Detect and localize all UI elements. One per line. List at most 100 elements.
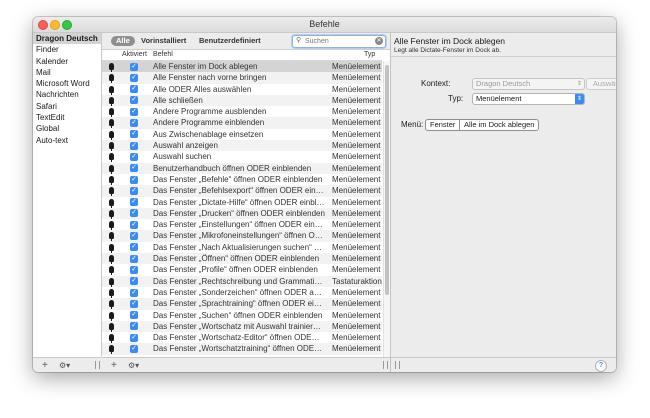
commands-panel: Alle Vorinstalliert Benutzerdefiniert ⚲ … bbox=[102, 33, 390, 372]
enabled-checkbox[interactable]: ✓ bbox=[130, 265, 138, 274]
resize-grip-icon[interactable] bbox=[383, 361, 388, 369]
sidebar-item[interactable]: Mail bbox=[33, 67, 101, 78]
resize-grip-icon[interactable] bbox=[95, 361, 100, 369]
menu-path-item[interactable]: Alle im Dock ablegen bbox=[460, 119, 540, 131]
add-command-button[interactable]: + bbox=[111, 360, 117, 371]
table-row[interactable]: ✓ Das Fenster „Mikrofoneinstellungen“ öff… bbox=[102, 230, 382, 242]
table-row[interactable]: ✓ Aus Zwischenablage einsetzen Menüelement bbox=[102, 129, 382, 140]
command-name: Das Fenster „Drucken“ öffnen ODER einble… bbox=[153, 208, 325, 218]
table-row[interactable]: ✓ Auswahl anzeigen Menüelement bbox=[102, 140, 382, 152]
typ-popup[interactable]: Menüelement ⇕ bbox=[472, 93, 585, 105]
table-row[interactable]: ✓ Alle Fenster nach vorne bringen Menüelem… bbox=[102, 72, 382, 84]
vertical-scrollbar[interactable] bbox=[383, 61, 390, 357]
search-field[interactable]: ⚲ ✕ bbox=[292, 35, 386, 48]
enabled-checkbox[interactable]: ✓ bbox=[130, 311, 138, 320]
enabled-checkbox[interactable]: ✓ bbox=[130, 107, 138, 116]
microphone-icon bbox=[109, 266, 114, 276]
help-button[interactable]: ? bbox=[595, 360, 607, 372]
table-row[interactable]: ✓ Das Fenster „Wortschatz mit Auswahl tra… bbox=[102, 320, 382, 333]
table-row[interactable]: ✓ Andere Programme ausblenden Menüelement bbox=[102, 106, 382, 118]
scrollbar-thumb[interactable] bbox=[385, 65, 389, 295]
sidebar-item[interactable]: Safari bbox=[33, 101, 101, 112]
table-row[interactable]: ✓ Das Fenster „Rechtschreibung und Gramma… bbox=[102, 275, 382, 287]
microphone-icon bbox=[109, 288, 114, 298]
table-row[interactable]: ✓ Alle schließen Menüelement bbox=[102, 94, 382, 107]
resize-grip-icon[interactable] bbox=[395, 361, 400, 369]
table-row[interactable]: ✓ Das Fenster „Befehlsexport“ öffnen ODER… bbox=[102, 185, 382, 197]
enabled-checkbox[interactable]: ✓ bbox=[130, 130, 138, 139]
sidebar-item[interactable]: Finder bbox=[33, 44, 101, 55]
table-row[interactable]: ✓ Das Fenster „Wortschatztraining“ öffnen… bbox=[102, 343, 382, 355]
command-type: Tastaturaktion bbox=[332, 276, 382, 286]
command-type: Menüelement bbox=[332, 299, 381, 309]
sidebar-item[interactable]: Global bbox=[33, 123, 101, 134]
enabled-checkbox[interactable]: ✓ bbox=[130, 164, 138, 173]
typ-value: Menüelement bbox=[476, 94, 522, 103]
sidebar-item[interactable]: Dragon Deutsch bbox=[33, 33, 101, 45]
enabled-checkbox[interactable]: ✓ bbox=[130, 85, 138, 94]
sidebar-item[interactable]: Kalender bbox=[33, 56, 101, 67]
table-row[interactable]: ✓ Das Fenster „Öffnen“ öffnen ODER einble… bbox=[102, 253, 382, 265]
enabled-checkbox[interactable]: ✓ bbox=[130, 345, 138, 354]
enabled-checkbox[interactable]: ✓ bbox=[130, 152, 138, 161]
table-row[interactable]: ✓ Das Fenster „Suchen“ öffnen ODER einble… bbox=[102, 310, 382, 321]
enabled-checkbox[interactable]: ✓ bbox=[130, 186, 138, 195]
table-row[interactable]: ✓ Das Fenster „Profile“ öffnen ODER einbl… bbox=[102, 264, 382, 276]
add-context-button[interactable]: + bbox=[42, 360, 48, 371]
table-row[interactable]: ✓ Das Fenster „Nach Aktualisierungen such… bbox=[102, 242, 382, 253]
column-header-type[interactable]: Typ bbox=[364, 51, 375, 58]
enabled-checkbox[interactable]: ✓ bbox=[130, 333, 138, 342]
sidebar-item[interactable]: Nachrichten bbox=[33, 89, 101, 100]
table-row[interactable]: ✓ Das Fenster „Sonderzeichen“ öffnen ODER… bbox=[102, 287, 382, 298]
context-gear-menu-icon[interactable]: ⚙▾ bbox=[59, 360, 70, 371]
column-header-command[interactable]: Befehl bbox=[153, 51, 173, 58]
table-row[interactable]: ✓ Das Fenster „Sprachtraining“ öffnen ODE… bbox=[102, 298, 382, 310]
table-row[interactable]: ✓ Das Fenster „Dictate-Hilfe“ öffnen ODER… bbox=[102, 197, 382, 208]
column-header-enabled[interactable]: Aktiviert bbox=[122, 51, 147, 58]
enabled-checkbox[interactable]: ✓ bbox=[130, 299, 138, 308]
command-name: Das Fenster „Befehle“ öffnen ODER einble… bbox=[153, 174, 323, 184]
sidebar-item[interactable]: TextEdit bbox=[33, 112, 101, 123]
kontext-popup[interactable]: Dragon Deutsch ⇕ bbox=[472, 78, 585, 90]
choose-button[interactable]: Auswählen… bbox=[586, 78, 616, 90]
enabled-checkbox[interactable]: ✓ bbox=[130, 62, 138, 71]
enabled-checkbox[interactable]: ✓ bbox=[130, 277, 138, 286]
enabled-checkbox[interactable]: ✓ bbox=[130, 198, 138, 207]
sidebar-item[interactable]: Microsoft Word bbox=[33, 78, 101, 89]
enabled-checkbox[interactable]: ✓ bbox=[130, 254, 138, 263]
table-row[interactable]: ✓ Andere Programme einblenden Menüelement bbox=[102, 117, 382, 129]
enabled-checkbox[interactable]: ✓ bbox=[130, 220, 138, 229]
table-row[interactable]: ✓ Das Fenster „Drucken“ öffnen ODER einbl… bbox=[102, 207, 382, 220]
filter-tab-alle[interactable]: Alle bbox=[111, 36, 135, 46]
command-gear-menu-icon[interactable]: ⚙▾ bbox=[128, 360, 139, 371]
clear-search-icon[interactable]: ✕ bbox=[375, 37, 383, 45]
enabled-checkbox[interactable]: ✓ bbox=[130, 141, 138, 150]
table-row[interactable]: ✓ Benutzerhandbuch öffnen ODER einblenden… bbox=[102, 162, 382, 174]
detail-title: Alle Fenster im Dock ablegen bbox=[394, 36, 506, 46]
enabled-checkbox[interactable]: ✓ bbox=[130, 119, 138, 128]
enabled-checkbox[interactable]: ✓ bbox=[130, 175, 138, 184]
table-row[interactable]: ✓ Das Fenster „Einstellungen“ öffnen ODER… bbox=[102, 219, 382, 231]
table-row[interactable]: ✓ Das Fenster „Befehle“ öffnen ODER einbl… bbox=[102, 174, 382, 185]
table-row[interactable]: ✓ Alle ODER Alles auswählen Menüelement bbox=[102, 84, 382, 95]
sidebar-item[interactable]: Auto-text bbox=[33, 135, 101, 146]
table-row[interactable]: ✓ Auswahl suchen Menüelement bbox=[102, 151, 382, 163]
microphone-icon bbox=[109, 311, 114, 321]
filter-tab-vorinstalliert[interactable]: Vorinstalliert bbox=[141, 36, 186, 46]
enabled-checkbox[interactable]: ✓ bbox=[130, 96, 138, 105]
enabled-checkbox[interactable]: ✓ bbox=[130, 322, 138, 331]
table-row[interactable]: ✓ Alle Fenster im Dock ablegen Menüelement bbox=[102, 61, 382, 73]
title-bar[interactable]: Befehle bbox=[33, 17, 616, 33]
enabled-checkbox[interactable]: ✓ bbox=[130, 243, 138, 252]
filter-tab-benutzerdefiniert[interactable]: Benutzerdefiniert bbox=[199, 36, 261, 46]
command-name: Das Fenster „Einstellungen“ öffnen ODER … bbox=[153, 220, 325, 230]
search-input[interactable] bbox=[305, 36, 371, 46]
enabled-checkbox[interactable]: ✓ bbox=[130, 73, 138, 82]
context-list: Dragon Deutsch Finder Kalender Mail Microsof… bbox=[33, 33, 102, 357]
menu-path-item[interactable]: Fenster bbox=[425, 119, 461, 131]
enabled-checkbox[interactable]: ✓ bbox=[130, 209, 138, 218]
table-row[interactable]: ✓ Das Fenster „Wortschatz-Editor“ öffnen … bbox=[102, 332, 382, 344]
table-header: Aktiviert Befehl Typ bbox=[102, 50, 382, 61]
enabled-checkbox[interactable]: ✓ bbox=[130, 232, 138, 241]
enabled-checkbox[interactable]: ✓ bbox=[130, 288, 138, 297]
